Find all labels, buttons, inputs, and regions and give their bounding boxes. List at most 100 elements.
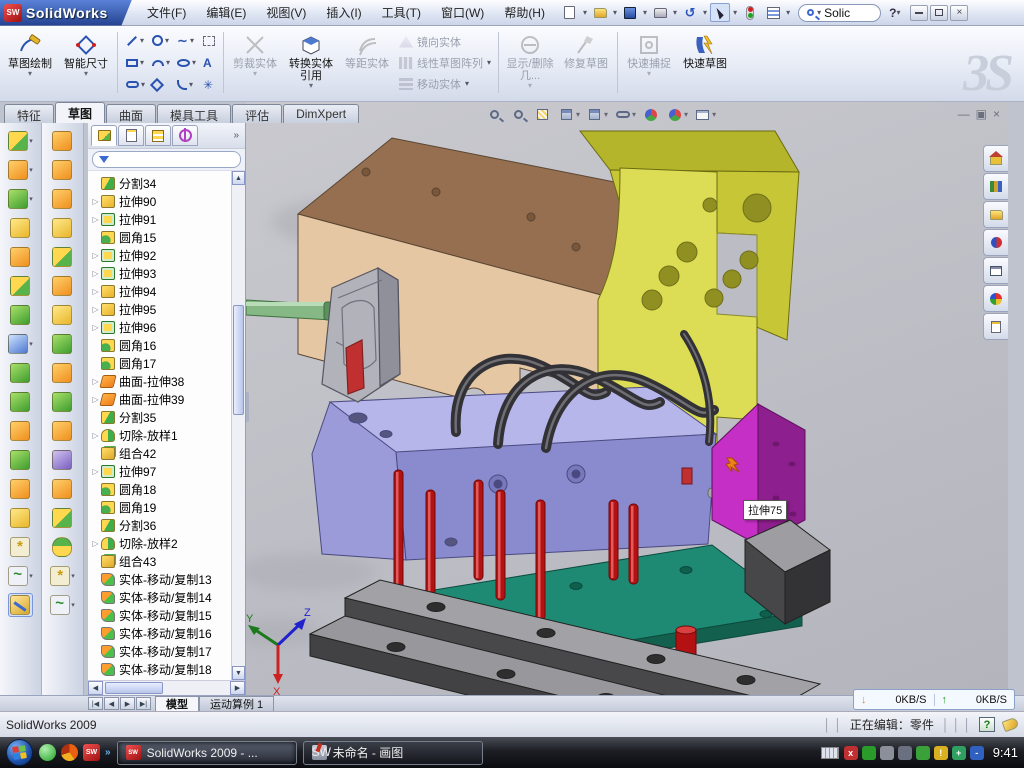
- feature-tree-item[interactable]: ▷ 拉伸92: [90, 246, 231, 264]
- tab-configurationmanager[interactable]: [145, 125, 171, 146]
- feature-tree-item[interactable]: ▷ 拉伸93: [90, 264, 231, 282]
- mold-toolbar-button[interactable]: [52, 419, 73, 443]
- features-toolbar-button[interactable]: ▾: [8, 158, 33, 182]
- features-toolbar-button[interactable]: [10, 535, 31, 559]
- features-toolbar-button[interactable]: ▾: [8, 187, 33, 211]
- feature-tree-item[interactable]: 组合42: [90, 444, 231, 462]
- start-button[interactable]: [6, 739, 33, 766]
- rectangle-tool[interactable]: ▾: [123, 52, 148, 74]
- quick-tips-button[interactable]: ?: [979, 717, 995, 732]
- save-button[interactable]: [620, 3, 640, 22]
- feature-tree-item[interactable]: 实体-移动/复制18: [90, 660, 231, 678]
- convert-entities-button[interactable]: 转换实体引用▾: [283, 28, 339, 97]
- sketch-fillet-tool[interactable]: ▾: [174, 74, 199, 96]
- graphics-viewport[interactable]: Y Z X: [246, 102, 1008, 695]
- mold-toolbar-button[interactable]: [52, 390, 73, 414]
- expand-arrow-icon[interactable]: ▷: [90, 197, 101, 206]
- mold-toolbar-button[interactable]: [52, 245, 73, 269]
- features-toolbar-button[interactable]: [10, 216, 31, 240]
- circle-tool[interactable]: ▾: [149, 30, 173, 52]
- expand-arrow-icon[interactable]: ▷: [90, 323, 101, 332]
- next-tab-button[interactable]: ▶: [120, 697, 135, 710]
- expand-arrow-icon[interactable]: ▷: [90, 215, 101, 224]
- features-toolbar-button[interactable]: [10, 506, 31, 530]
- menu-item[interactable]: 文件(F): [138, 0, 195, 25]
- tags-icon[interactable]: [1002, 717, 1020, 732]
- trim-entities-button[interactable]: 剪裁实体▾: [227, 28, 283, 97]
- new-file-button[interactable]: [560, 3, 580, 22]
- messenger-quicklaunch-icon[interactable]: [39, 744, 56, 761]
- task-pane-button[interactable]: [983, 173, 1008, 200]
- feature-tree-item[interactable]: ▷ 拉伸96: [90, 318, 231, 336]
- network-warning-icon[interactable]: !: [934, 746, 948, 760]
- features-toolbar-button[interactable]: [10, 390, 31, 414]
- restore-button[interactable]: [930, 5, 948, 21]
- expand-arrow-icon[interactable]: ▷: [90, 467, 101, 476]
- mold-toolbar-button[interactable]: ▾: [50, 564, 75, 588]
- volume-icon[interactable]: [898, 746, 912, 760]
- model-tab[interactable]: 模型: [155, 696, 199, 711]
- heads-up-button[interactable]: ▾: [694, 106, 716, 123]
- expand-arrow-icon[interactable]: ▷: [90, 539, 101, 548]
- menu-item[interactable]: 帮助(H): [495, 0, 554, 25]
- minimize-button[interactable]: [910, 5, 928, 21]
- command-tab[interactable]: DimXpert: [283, 104, 359, 123]
- text-tool[interactable]: A: [200, 52, 218, 74]
- help-button[interactable]: ?: [889, 6, 896, 20]
- expand-arrow-icon[interactable]: ▷: [90, 431, 101, 440]
- print-button[interactable]: [650, 3, 670, 22]
- selection-box-tool[interactable]: [200, 30, 218, 52]
- taskbar-task-button[interactable]: SW SolidWorks 2009 - ...: [117, 741, 297, 765]
- scroll-down-arrow[interactable]: ▼: [232, 666, 245, 680]
- panel-overflow-button[interactable]: »: [230, 130, 242, 141]
- feature-tree-item[interactable]: 分割35: [90, 408, 231, 426]
- quick-snaps-button[interactable]: 快速捕捉▾: [621, 28, 677, 97]
- mold-toolbar-button[interactable]: [52, 303, 73, 327]
- features-toolbar-button[interactable]: ▾: [8, 129, 33, 153]
- task-pane-button[interactable]: [983, 285, 1008, 312]
- mold-toolbar-button[interactable]: [52, 187, 73, 211]
- feature-tree-item[interactable]: 实体-移动/复制15: [90, 606, 231, 624]
- features-toolbar-button[interactable]: [10, 245, 31, 269]
- heads-up-button[interactable]: [534, 106, 552, 123]
- connection-icon[interactable]: [916, 746, 930, 760]
- feature-tree-item[interactable]: 圆角17: [90, 354, 231, 372]
- first-tab-button[interactable]: |◀: [88, 697, 103, 710]
- polygon-tool[interactable]: [149, 74, 173, 96]
- tab-dimxpertmanager[interactable]: [172, 125, 198, 146]
- display-delete-relations-button[interactable]: 显示/删除几...▾: [502, 28, 558, 97]
- tree-horizontal-scrollbar[interactable]: ◀ ▶: [88, 680, 245, 695]
- taskbar-task-button[interactable]: SW 未命名 - 画图: [303, 741, 483, 765]
- task-pane-button[interactable]: [983, 145, 1008, 172]
- expand-arrow-icon[interactable]: ▷: [90, 305, 101, 314]
- feature-tree-item[interactable]: ▷ 切除-放样1: [90, 426, 231, 444]
- tree-vertical-scrollbar[interactable]: ▲ ▼: [231, 171, 245, 680]
- menu-item[interactable]: 窗口(W): [432, 0, 493, 25]
- command-tab[interactable]: 评估: [232, 104, 282, 123]
- mold-toolbar-button[interactable]: [52, 361, 73, 385]
- feature-tree-item[interactable]: 圆角16: [90, 336, 231, 354]
- heads-up-button[interactable]: [486, 106, 504, 123]
- slot-tool[interactable]: ▾: [123, 74, 148, 96]
- features-toolbar-button[interactable]: ▾: [8, 564, 33, 588]
- feature-tree-item[interactable]: 实体-移动/复制16: [90, 624, 231, 642]
- open-file-button[interactable]: [590, 3, 610, 22]
- browser-quicklaunch-icon[interactable]: [61, 744, 78, 761]
- move-entities-button[interactable]: 移动实体▾: [395, 74, 495, 94]
- heads-up-button[interactable]: [642, 106, 660, 123]
- feature-tree-item[interactable]: 分割34: [90, 174, 231, 192]
- panel-splitter[interactable]: [246, 392, 249, 422]
- quicklaunch-overflow-button[interactable]: »: [105, 747, 111, 758]
- feature-tree-item[interactable]: ▷ 拉伸91: [90, 210, 231, 228]
- taskbar-clock[interactable]: 9:41: [993, 745, 1018, 760]
- features-toolbar-button[interactable]: [8, 593, 33, 617]
- heads-up-button[interactable]: ▾: [586, 106, 608, 123]
- doc-minimize-button[interactable]: —: [958, 108, 970, 120]
- command-tab[interactable]: 模具工具: [157, 104, 231, 123]
- scroll-right-arrow[interactable]: ▶: [230, 681, 245, 695]
- safety-shield-icon[interactable]: +: [952, 746, 966, 760]
- features-toolbar-button[interactable]: [10, 274, 31, 298]
- mold-toolbar-button[interactable]: ▾: [50, 593, 75, 617]
- heads-up-button[interactable]: ▾: [614, 106, 636, 123]
- feature-tree-item[interactable]: ▷ 拉伸95: [90, 300, 231, 318]
